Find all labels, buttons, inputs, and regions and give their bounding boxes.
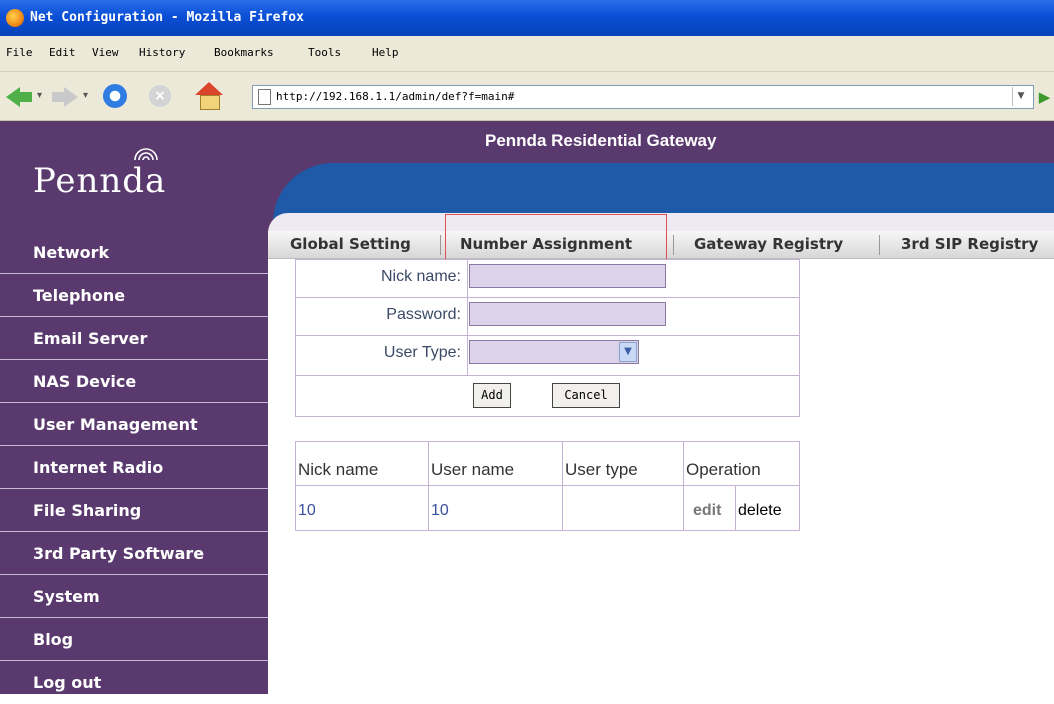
user-type-select[interactable]: ▼	[469, 340, 639, 364]
url-dropdown-icon[interactable]: ▼	[1012, 87, 1029, 106]
tab-number-assignment[interactable]: Number Assignment	[460, 231, 632, 258]
sidebar-item-blog[interactable]: Blog	[0, 618, 268, 661]
table-cell: 10	[429, 486, 563, 530]
menu-tools[interactable]: Tools	[308, 46, 341, 59]
menu-edit[interactable]: Edit	[49, 46, 76, 59]
sidebar-item-log-out[interactable]: Log out	[0, 661, 268, 704]
sidebar-item-label: Telephone	[33, 286, 126, 305]
window-title-bar: Net Configuration - Mozilla Firefox	[0, 0, 1054, 36]
header-nick-name: Nick name	[298, 460, 379, 479]
sidebar-item-label: Blog	[33, 630, 74, 649]
sidebar-item-label: File Sharing	[33, 501, 142, 520]
menu-file[interactable]: File	[6, 46, 33, 59]
page-icon	[258, 89, 271, 105]
sidebar-item-internet-radio[interactable]: Internet Radio	[0, 446, 268, 489]
tab-separator	[440, 235, 441, 255]
menu-view[interactable]: View	[92, 46, 119, 59]
go-arrow-icon[interactable]: ▶	[1035, 85, 1054, 109]
tab-global-setting[interactable]: Global Setting	[290, 231, 411, 258]
sidebar-item-label: 3rd Party Software	[33, 544, 205, 563]
menu-bookmarks[interactable]: Bookmarks	[214, 46, 274, 59]
header-user-type: User type	[565, 460, 638, 479]
navigation-toolbar: ▾ ▾ × http://192.168.1.1/admin/def?f=mai…	[0, 72, 1054, 121]
tab-bar: Global Setting Number Assignment Gateway…	[268, 231, 1054, 259]
sidebar-item-email-server[interactable]: Email Server	[0, 317, 268, 360]
sidebar: Network Telephone Email Server NAS Devic…	[0, 231, 268, 694]
tab-separator	[673, 235, 674, 255]
table-header-cell: User type	[563, 442, 684, 485]
firefox-icon	[6, 9, 24, 27]
nick-name-label: Nick name:	[380, 268, 461, 285]
nick-name-input[interactable]	[469, 264, 666, 288]
header-lavender-strip	[268, 213, 1054, 231]
tab-gateway-registry[interactable]: Gateway Registry	[694, 231, 843, 258]
reload-icon[interactable]	[103, 84, 127, 108]
table-header-cell: User name	[429, 442, 563, 485]
password-row: Password:	[296, 298, 799, 336]
sidebar-item-user-management[interactable]: User Management	[0, 403, 268, 446]
sidebar-item-label: Internet Radio	[33, 458, 164, 477]
address-bar[interactable]: http://192.168.1.1/admin/def?f=main# ▼	[252, 85, 1034, 109]
chevron-down-icon[interactable]: ▼	[619, 342, 637, 362]
form-label-cell: User Type:	[296, 336, 468, 375]
menu-help[interactable]: Help	[372, 46, 399, 59]
table-cell: edit	[684, 486, 736, 530]
edit-link[interactable]: edit	[693, 502, 721, 520]
delete-link[interactable]: delete	[738, 502, 782, 520]
user-list-table: Nick name User name User type Operation …	[295, 441, 800, 531]
password-input[interactable]	[469, 302, 666, 326]
sidebar-item-telephone[interactable]: Telephone	[0, 274, 268, 317]
table-cell	[563, 486, 684, 530]
forward-history-dropdown-icon[interactable]: ▾	[83, 90, 88, 101]
row-user-name: 10	[431, 502, 449, 519]
header-user-name: User name	[431, 460, 515, 479]
table-row: 10 10 edit delete	[296, 486, 799, 530]
cancel-button[interactable]: Cancel	[552, 383, 620, 408]
user-type-label: User Type:	[383, 344, 461, 361]
add-user-form: Nick name: Password: User Type: ▼ Add Ca…	[295, 259, 800, 417]
sidebar-item-network[interactable]: Network	[0, 231, 268, 274]
sidebar-item-file-sharing[interactable]: File Sharing	[0, 489, 268, 532]
sidebar-item-label: NAS Device	[33, 372, 137, 391]
gateway-title: Pennda Residential Gateway	[485, 131, 717, 150]
page-header: Pennda Pennda Residential Gateway	[0, 121, 1054, 231]
password-label: Password:	[386, 306, 461, 323]
nick-name-row: Nick name:	[296, 260, 799, 298]
tab-3rd-sip-registry[interactable]: 3rd SIP Registry	[901, 231, 1038, 258]
sidebar-item-nas-device[interactable]: NAS Device	[0, 360, 268, 403]
table-header-cell: Operation	[684, 442, 799, 485]
sidebar-item-label: Log out	[33, 673, 102, 692]
address-url[interactable]: http://192.168.1.1/admin/def?f=main#	[276, 90, 514, 103]
sidebar-item-label: Network	[33, 243, 110, 262]
row-nick-name: 10	[298, 502, 316, 519]
sidebar-item-3rd-party-software[interactable]: 3rd Party Software	[0, 532, 268, 575]
sidebar-item-label: Email Server	[33, 329, 148, 348]
tab-separator	[879, 235, 880, 255]
stop-icon[interactable]: ×	[149, 85, 171, 107]
user-type-row: User Type: ▼	[296, 336, 799, 376]
form-buttons-row: Add Cancel	[296, 376, 799, 416]
signal-waves-icon	[134, 148, 158, 161]
header-operation: Operation	[686, 460, 761, 479]
menu-bar: File Edit View History Bookmarks Tools H…	[0, 36, 1054, 72]
forward-arrow-icon[interactable]	[52, 84, 78, 110]
menu-history[interactable]: History	[139, 46, 185, 59]
sidebar-item-system[interactable]: System	[0, 575, 268, 618]
back-arrow-icon[interactable]	[6, 84, 32, 110]
sidebar-item-label: System	[33, 587, 100, 606]
table-cell: 10	[296, 486, 429, 530]
table-header-row: Nick name User name User type Operation	[296, 442, 799, 486]
sidebar-item-label: User Management	[33, 415, 198, 434]
table-cell: delete	[736, 486, 799, 530]
back-history-dropdown-icon[interactable]: ▾	[37, 90, 42, 101]
form-label-cell: Nick name:	[296, 260, 468, 297]
home-icon[interactable]	[194, 82, 224, 110]
add-button[interactable]: Add	[473, 383, 511, 408]
window-title: Net Configuration - Mozilla Firefox	[30, 10, 304, 25]
form-label-cell: Password:	[296, 298, 468, 335]
table-header-cell: Nick name	[296, 442, 429, 485]
